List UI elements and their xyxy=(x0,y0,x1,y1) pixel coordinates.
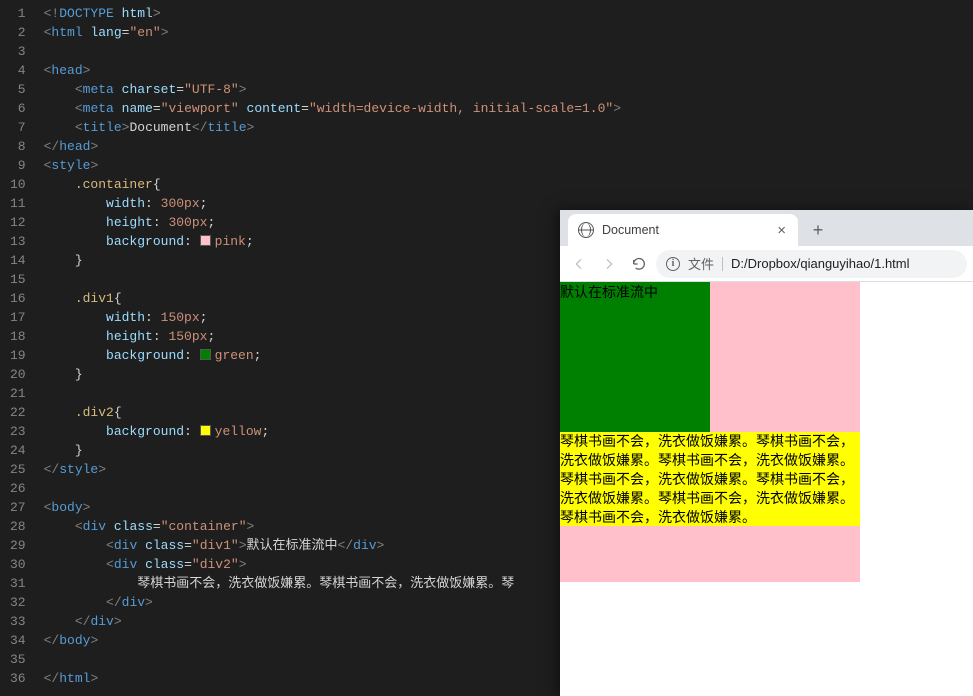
arrow-left-icon xyxy=(571,256,587,272)
reload-icon xyxy=(631,256,647,272)
code-line[interactable]: <meta name="viewport" content="width=dev… xyxy=(44,99,973,118)
color-swatch-icon xyxy=(200,349,211,360)
separator xyxy=(722,257,723,271)
browser-tab[interactable]: Document × xyxy=(568,214,798,246)
reload-button[interactable] xyxy=(626,251,652,277)
code-line[interactable]: <!DOCTYPE html> xyxy=(44,4,973,23)
color-swatch-icon xyxy=(200,235,211,246)
globe-icon xyxy=(578,222,594,238)
browser-window: Document × + i 文件 D:/Dropbox/qianguyihao… xyxy=(560,210,973,696)
code-line[interactable]: </head> xyxy=(44,137,973,156)
address-bar[interactable]: i 文件 D:/Dropbox/qianguyihao/1.html xyxy=(656,250,967,278)
url-scheme-label: 文件 xyxy=(688,254,714,273)
code-line[interactable]: <meta charset="UTF-8"> xyxy=(44,80,973,99)
forward-button[interactable] xyxy=(596,251,622,277)
preview-div2: 琴棋书画不会，洗衣做饭嫌累。琴棋书画不会，洗衣做饭嫌累。琴棋书画不会，洗衣做饭嫌… xyxy=(560,432,860,526)
info-icon: i xyxy=(666,257,680,271)
browser-toolbar: i 文件 D:/Dropbox/qianguyihao/1.html xyxy=(560,246,973,282)
code-line[interactable]: <title>Document</title> xyxy=(44,118,973,137)
browser-tabstrip: Document × + xyxy=(560,210,973,246)
color-swatch-icon xyxy=(200,425,211,436)
preview-div1: 默认在标准流中 xyxy=(560,282,710,432)
line-number-gutter: 1234567891011121314151617181920212223242… xyxy=(0,0,44,696)
preview-container: 默认在标准流中 琴棋书画不会，洗衣做饭嫌累。琴棋书画不会，洗衣做饭嫌累。琴棋书画… xyxy=(560,282,860,582)
arrow-right-icon xyxy=(601,256,617,272)
code-line[interactable]: <head> xyxy=(44,61,973,80)
code-line[interactable]: .container{ xyxy=(44,175,973,194)
back-button[interactable] xyxy=(566,251,592,277)
code-line[interactable]: <style> xyxy=(44,156,973,175)
browser-viewport: 默认在标准流中 琴棋书画不会，洗衣做饭嫌累。琴棋书画不会，洗衣做饭嫌累。琴棋书画… xyxy=(560,282,973,582)
new-tab-button[interactable]: + xyxy=(804,216,832,244)
code-line[interactable] xyxy=(44,42,973,61)
close-icon[interactable]: × xyxy=(775,222,788,239)
tab-title: Document xyxy=(602,223,767,237)
url-path: D:/Dropbox/qianguyihao/1.html xyxy=(731,256,910,271)
code-line[interactable]: <html lang="en"> xyxy=(44,23,973,42)
